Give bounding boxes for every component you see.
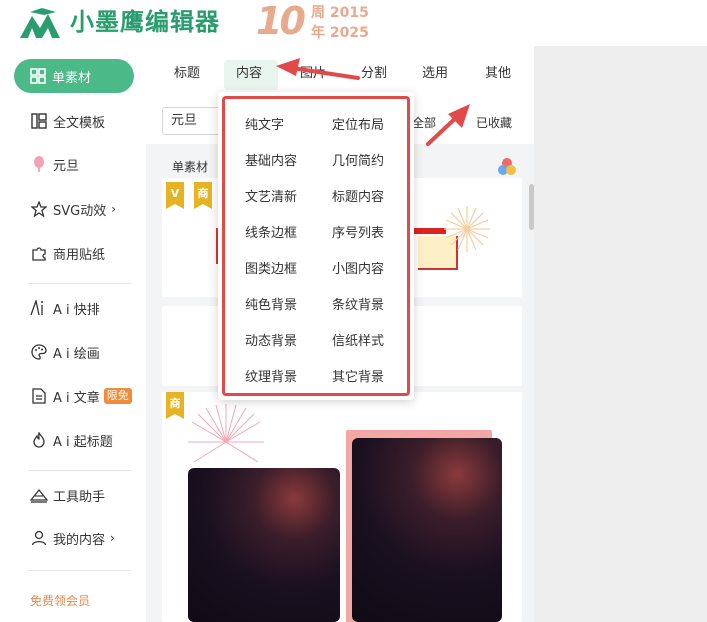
category-tabs: 标题 内容 图片 分割 选用 其他 xyxy=(146,46,534,98)
sidebar-item-ai-article[interactable]: A i 文章 限免 xyxy=(30,385,132,407)
sidebar-item-label: 单素材 xyxy=(52,70,92,86)
user-icon xyxy=(30,529,48,547)
tab-other[interactable]: 其他 xyxy=(485,65,511,83)
sidebar-item-svg-effects[interactable]: SVG动效 › xyxy=(30,198,116,220)
dropdown-item[interactable]: 动态背景 xyxy=(245,330,297,349)
sidebar-item-ai-title[interactable]: A i 起标题 xyxy=(30,429,113,451)
anniversary-banner: 10 周 2015 年 2025 xyxy=(256,0,376,44)
filter-all[interactable]: 全部 xyxy=(412,114,436,131)
dropdown-item[interactable]: 纹理背景 xyxy=(245,366,297,385)
sidebar-item-single-material[interactable]: 单素材 xyxy=(14,59,134,93)
sidebar: 单素材 全文模板 元旦 SVG动效 › 商用贴纸 A i 快排 A i 绘画 A… xyxy=(0,46,146,622)
limited-free-badge: 限免 xyxy=(103,388,132,404)
firework-photo xyxy=(352,438,502,622)
material-card[interactable]: 商 xyxy=(162,392,522,622)
tab-image[interactable]: 图片 xyxy=(300,65,326,83)
dropdown-item[interactable]: 序号列表 xyxy=(332,222,384,241)
commercial-tag: 商 xyxy=(194,182,212,209)
tab-content[interactable]: 内容 xyxy=(236,65,262,83)
document-icon xyxy=(30,387,48,405)
dropdown-item[interactable]: 纯色背景 xyxy=(245,294,297,313)
color-filter-icon[interactable] xyxy=(496,156,518,178)
sidebar-item-label: A i 快排 xyxy=(53,302,100,318)
sidebar-item-my-content[interactable]: 我的内容 › xyxy=(30,527,115,549)
sidebar-item-ai-painting[interactable]: A i 绘画 xyxy=(30,341,100,363)
tab-divider[interactable]: 分割 xyxy=(361,65,387,83)
sidebar-item-tools[interactable]: 工具助手 xyxy=(30,484,105,506)
template-icon xyxy=(30,112,48,130)
sidebar-item-label: A i 文章 xyxy=(53,390,100,406)
sidebar-item-full-template[interactable]: 全文模板 xyxy=(30,110,105,132)
star-icon xyxy=(30,200,48,218)
filter-favorites[interactable]: 已收藏 xyxy=(476,114,512,131)
dropdown-item[interactable]: 定位布局 xyxy=(332,114,384,133)
dropdown-item[interactable]: 其它背景 xyxy=(332,366,384,385)
anniversary-number: 10 xyxy=(256,0,306,43)
sidebar-divider xyxy=(28,570,131,571)
vip-tag: V xyxy=(166,182,184,209)
sidebar-item-label: SVG动效 xyxy=(53,203,107,219)
grid-icon xyxy=(30,68,46,84)
commercial-tag: 商 xyxy=(166,392,184,419)
dropdown-item[interactable]: 几何简约 xyxy=(332,150,384,169)
ai-icon xyxy=(30,299,48,317)
palette-icon xyxy=(30,343,48,361)
tools-icon xyxy=(30,486,48,504)
sidebar-divider xyxy=(28,283,131,284)
firework-icon xyxy=(444,206,490,252)
dropdown-item[interactable]: 基础内容 xyxy=(245,150,297,169)
sidebar-item-label: A i 起标题 xyxy=(53,434,113,450)
dropdown-item[interactable]: 线条边框 xyxy=(245,222,297,241)
app-header: 小墨鹰编辑器 10 周 2015 年 2025 xyxy=(0,0,707,46)
search-input[interactable]: 元旦 xyxy=(162,107,226,135)
firework-photo xyxy=(188,468,340,622)
sidebar-item-stickers[interactable]: 商用贴纸 xyxy=(30,242,105,264)
sidebar-item-label: 我的内容 xyxy=(53,532,106,548)
dropdown-item[interactable]: 纯文字 xyxy=(245,114,284,133)
brand-name: 小墨鹰编辑器 xyxy=(70,8,220,36)
tab-title[interactable]: 标题 xyxy=(174,65,200,83)
sidebar-divider xyxy=(28,470,131,471)
sidebar-item-label: 全文模板 xyxy=(53,115,106,131)
anniversary-line-1: 周 2015 xyxy=(311,5,369,21)
sidebar-item-label: A i 绘画 xyxy=(53,346,100,362)
sidebar-item-label: 商用贴纸 xyxy=(53,247,106,263)
dropdown-item[interactable]: 文艺清新 xyxy=(245,186,297,205)
panel-scrollbar[interactable] xyxy=(529,184,534,230)
highlight-frame xyxy=(222,96,410,396)
dropdown-item[interactable]: 图类边框 xyxy=(245,258,297,277)
puzzle-icon xyxy=(30,244,48,262)
eagle-logo-icon[interactable] xyxy=(16,6,64,40)
balloon-icon xyxy=(30,155,48,173)
dropdown-item[interactable]: 标题内容 xyxy=(332,186,384,205)
section-title: 单素材 xyxy=(172,160,209,174)
red-line-decoration xyxy=(412,228,446,234)
dropdown-item[interactable]: 条纹背景 xyxy=(332,294,384,313)
free-vip-link[interactable]: 免费领会员 xyxy=(30,592,90,609)
dropdown-item[interactable]: 小图内容 xyxy=(332,258,384,277)
fire-icon xyxy=(30,431,48,449)
sidebar-item-new-year[interactable]: 元旦 xyxy=(30,153,79,175)
dropdown-item[interactable]: 信纸样式 xyxy=(332,330,384,349)
tab-selected[interactable]: 选用 xyxy=(422,65,448,83)
sidebar-item-ai-layout[interactable]: A i 快排 xyxy=(30,297,100,319)
firework-icon xyxy=(188,404,264,463)
sidebar-item-label: 工具助手 xyxy=(53,489,106,505)
chevron-right-icon: › xyxy=(111,202,117,216)
canvas-area xyxy=(534,46,707,622)
sidebar-item-label: 元旦 xyxy=(53,158,80,174)
content-dropdown-menu: 纯文字 基础内容 文艺清新 线条边框 图类边框 纯色背景 动态背景 纹理背景 定… xyxy=(218,92,414,400)
chevron-right-icon: › xyxy=(110,531,115,545)
anniversary-line-2: 年 2025 xyxy=(311,25,369,41)
